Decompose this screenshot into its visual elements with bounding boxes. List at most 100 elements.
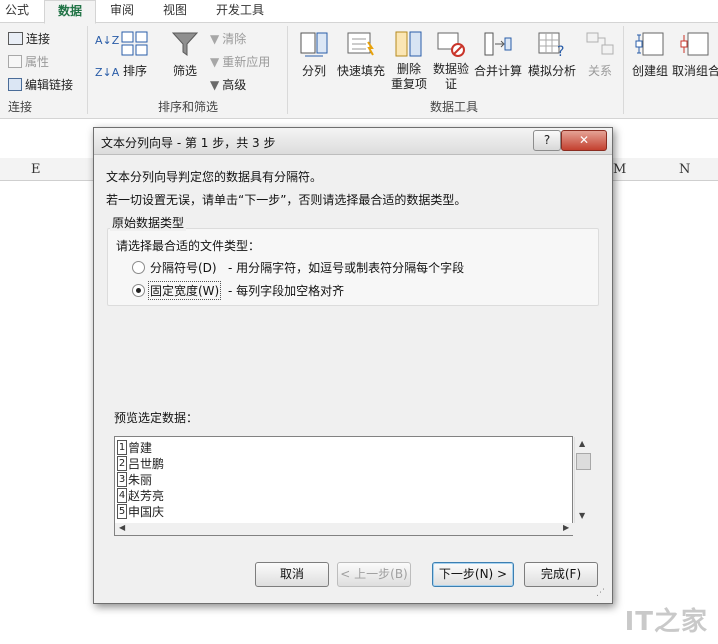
- tab-formulas[interactable]: 公式: [0, 0, 34, 22]
- finish-button[interactable]: 完成(F): [524, 562, 598, 587]
- flash-fill-icon: [346, 30, 376, 58]
- connections-label: 连接: [26, 32, 51, 46]
- group-button[interactable]: 创建组: [628, 30, 672, 79]
- ungroup-button[interactable]: 取消组合: [672, 30, 718, 79]
- wizard-instructions: 若一切设置无误，请单击“下一步”，否则请选择最合适的数据类型。: [106, 193, 467, 207]
- relationships-button[interactable]: 关系: [582, 30, 618, 79]
- text-to-columns-button[interactable]: 分列: [296, 30, 332, 79]
- clear-filter-label: 清除: [222, 32, 247, 46]
- preview-row: 2 吕世鹏: [117, 456, 164, 471]
- reapply-label: 重新应用: [222, 55, 271, 69]
- scroll-down-icon[interactable]: ▼: [579, 511, 585, 520]
- file-type-prompt: 请选择最合适的文件类型：: [116, 239, 261, 253]
- row-text: 赵芳亮: [128, 489, 165, 503]
- resize-grip-icon[interactable]: ⋰: [596, 588, 605, 598]
- properties-icon: [8, 55, 22, 68]
- flash-fill-button[interactable]: 快速填充: [335, 30, 387, 79]
- row-text: 吕世鹏: [128, 457, 165, 471]
- row-text: 申国庆: [128, 505, 165, 519]
- tab-review[interactable]: 审阅: [102, 0, 142, 22]
- column-header-n[interactable]: N: [679, 162, 690, 177]
- sort-descending-button[interactable]: Z↓A: [95, 66, 119, 79]
- filter-button[interactable]: 筛选: [168, 30, 202, 79]
- wizard-message: 文本分列向导判定您的数据具有分隔符。: [106, 170, 323, 184]
- data-validation-button[interactable]: 数据验 证: [431, 30, 471, 92]
- tab-data[interactable]: 数据: [44, 0, 96, 24]
- preview-vertical-scrollbar[interactable]: ▲ ▼: [574, 437, 591, 535]
- clear-filter-icon: ▼: [210, 31, 220, 46]
- radio-fixed-width-label: 固定宽度(W): [148, 281, 222, 300]
- text-to-columns-icon: [299, 30, 329, 58]
- scroll-thumb[interactable]: [576, 453, 591, 470]
- radio-delimited[interactable]: 分隔符号(D) - 用分隔字符，如逗号或制表符分隔每个字段: [132, 259, 572, 277]
- group-divider: [623, 26, 624, 114]
- radio-fixed-width-indicator[interactable]: [132, 284, 145, 297]
- what-if-analysis-button[interactable]: ? 模拟分析: [526, 30, 578, 79]
- text-import-wizard-dialog: 文本分列向导 - 第 1 步，共 3 步 ? ✕ 文本分列向导判定您的数据具有分…: [93, 127, 613, 604]
- properties-label: 属性: [25, 55, 50, 69]
- radio-fixed-width-description: - 每列字段加空格对齐: [228, 284, 345, 298]
- filter-label: 筛选: [172, 64, 197, 78]
- row-number: 5: [117, 504, 127, 519]
- connection-icon: [8, 32, 23, 45]
- properties-button[interactable]: 属性: [8, 53, 49, 70]
- data-tools-group-label: 数据工具: [430, 100, 479, 114]
- edit-links-button[interactable]: 编辑链接: [8, 76, 73, 93]
- clear-filter-button[interactable]: ▼ 清除: [210, 30, 246, 47]
- sort-descending-icon: Z↓A: [95, 66, 120, 79]
- scroll-right-icon[interactable]: ▶: [563, 523, 569, 532]
- advanced-filter-button[interactable]: ▼ 高级: [210, 76, 246, 93]
- ungroup-label: 取消组合: [672, 64, 718, 78]
- remove-duplicates-button[interactable]: 删除 重复项: [389, 30, 429, 92]
- relationships-icon: [585, 30, 615, 58]
- scroll-up-icon[interactable]: ▲: [579, 439, 585, 448]
- group-icon: [635, 30, 665, 58]
- cancel-button[interactable]: 取消: [255, 562, 329, 587]
- reapply-button[interactable]: ▼ 重新应用: [210, 53, 270, 70]
- group-divider: [87, 26, 88, 114]
- what-if-analysis-label: 模拟分析: [527, 64, 576, 78]
- row-text: 曾建: [128, 441, 153, 455]
- preview-horizontal-scrollbar[interactable]: ◀ ▶: [115, 523, 590, 535]
- data-preview-box[interactable]: 1 曾建 2 吕世鹏 3 朱丽 4 赵芳亮 5 申国庆 ▲ ▼ ◀ ▶: [114, 436, 591, 536]
- consolidate-button[interactable]: 合并计算: [472, 30, 524, 79]
- remove-duplicates-label-2: 重复项: [390, 77, 427, 91]
- data-validation-icon: [436, 30, 466, 58]
- connections-button[interactable]: 连接: [8, 30, 50, 47]
- radio-delimited-indicator[interactable]: [132, 261, 145, 274]
- connections-group-label: 连接: [8, 100, 33, 114]
- svg-text:?: ?: [557, 44, 564, 58]
- advanced-filter-icon: ▼: [210, 77, 220, 92]
- flash-fill-label: 快速填充: [336, 64, 385, 78]
- column-header-m[interactable]: M: [613, 162, 626, 177]
- close-icon: ✕: [578, 133, 590, 147]
- what-if-analysis-icon: ?: [537, 30, 567, 60]
- dialog-titlebar[interactable]: 文本分列向导 - 第 1 步，共 3 步 ? ✕: [94, 128, 612, 155]
- consolidate-label: 合并计算: [473, 64, 522, 78]
- column-header-e[interactable]: E: [31, 162, 41, 177]
- help-button[interactable]: ?: [533, 130, 561, 151]
- ungroup-icon: [680, 30, 710, 58]
- tab-developer[interactable]: 开发工具: [207, 0, 273, 22]
- remove-duplicates-label-1: 删除: [396, 62, 421, 76]
- radio-delimited-description: - 用分隔字符，如逗号或制表符分隔每个字段: [228, 261, 465, 275]
- sort-ascending-button[interactable]: A↓Z: [95, 34, 119, 47]
- scroll-left-icon[interactable]: ◀: [119, 523, 125, 532]
- next-button[interactable]: 下一步(N) >: [432, 562, 514, 587]
- radio-delimited-label: 分隔符号(D): [150, 261, 217, 275]
- group-label: 创建组: [631, 64, 668, 78]
- advanced-filter-label: 高级: [222, 78, 247, 92]
- tab-view[interactable]: 视图: [155, 0, 195, 22]
- back-button[interactable]: < 上一步(B): [337, 562, 411, 587]
- edit-links-label: 编辑链接: [25, 78, 74, 92]
- watermark-logo: IT之家: [624, 607, 708, 637]
- radio-fixed-width[interactable]: 固定宽度(W) - 每列字段加空格对齐: [132, 281, 572, 300]
- filter-icon: [170, 30, 200, 58]
- ribbon-tabs: 公式 数据 审阅 视图 开发工具: [0, 0, 718, 24]
- row-number: 3: [117, 472, 127, 487]
- group-title: 原始数据类型: [110, 214, 187, 231]
- data-validation-label-1: 数据验: [432, 62, 469, 76]
- edit-links-icon: [8, 78, 22, 91]
- sort-button[interactable]: 排序: [117, 30, 153, 79]
- close-button[interactable]: ✕: [561, 130, 607, 151]
